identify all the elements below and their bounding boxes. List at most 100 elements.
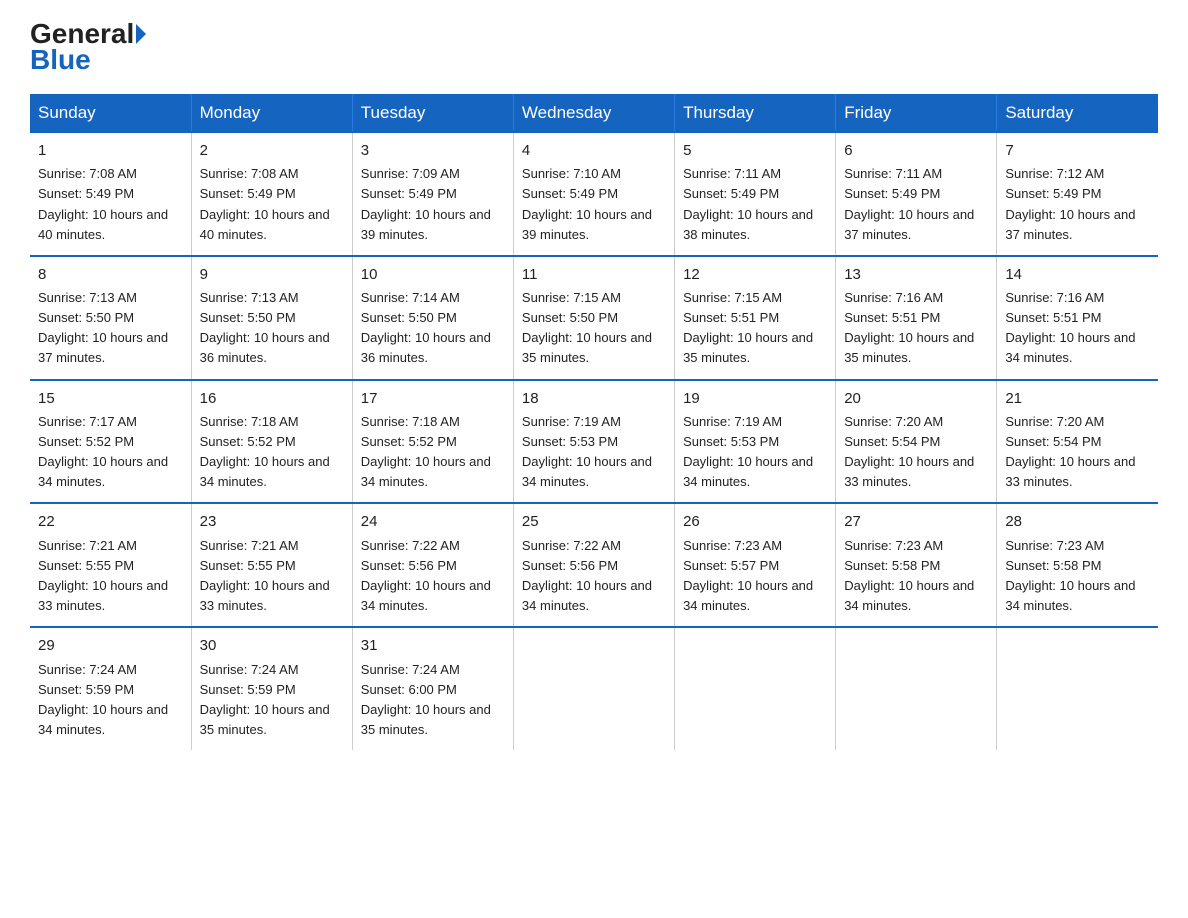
daylight-label: Daylight: 10 hours and 35 minutes. (844, 330, 974, 365)
day-number: 12 (683, 263, 827, 286)
sunrise-label: Sunrise: 7:15 AM (683, 290, 782, 305)
sunrise-label: Sunrise: 7:24 AM (200, 662, 299, 677)
sunrise-label: Sunrise: 7:18 AM (200, 414, 299, 429)
calendar-cell (836, 627, 997, 750)
daylight-label: Daylight: 10 hours and 33 minutes. (200, 578, 330, 613)
day-number: 13 (844, 263, 988, 286)
calendar-cell (997, 627, 1158, 750)
calendar-cell: 18 Sunrise: 7:19 AM Sunset: 5:53 PM Dayligh… (513, 380, 674, 504)
day-number: 26 (683, 510, 827, 533)
calendar-cell: 30Sunrise: 7:24 AMSunset: 5:59 PMDayligh… (191, 627, 352, 750)
sunrise-label: Sunrise: 7:14 AM (361, 290, 460, 305)
day-number: 8 (38, 263, 183, 286)
day-number: 15 (38, 387, 183, 410)
sunrise-label: Sunrise: 7:20 AM (1005, 414, 1104, 429)
calendar-cell: 12 Sunrise: 7:15 AM Sunset: 5:51 PM Dayligh… (675, 256, 836, 380)
day-number: 21 (1005, 387, 1150, 410)
sunrise-label: Sunrise: 7:19 AM (683, 414, 782, 429)
day-number: 22 (38, 510, 183, 533)
sunset-label: Sunset: 5:49 PM (844, 186, 940, 201)
day-number: 11 (522, 263, 666, 286)
sunrise-label: Sunrise: 7:16 AM (1005, 290, 1104, 305)
sunset-label: Sunset: 5:58 PM (1005, 558, 1101, 573)
daylight-label: Daylight: 10 hours and 39 minutes. (361, 207, 491, 242)
calendar-header-row: SundayMondayTuesdayWednesdayThursdayFrid… (30, 94, 1158, 132)
header-thursday: Thursday (675, 94, 836, 132)
sunrise-label: Sunrise: 7:24 AM (38, 662, 137, 677)
header-wednesday: Wednesday (513, 94, 674, 132)
daylight-label: Daylight: 10 hours and 34 minutes. (522, 454, 652, 489)
calendar-cell: 17Sunrise: 7:18 AMSunset: 5:52 PMDayligh… (352, 380, 513, 504)
sunrise-label: Sunrise: 7:11 AM (844, 166, 942, 181)
day-number: 9 (200, 263, 344, 286)
sunrise-label: Sunrise: 7:23 AM (683, 538, 782, 553)
day-number: 25 (522, 510, 666, 533)
logo: General Blue (30, 20, 146, 76)
sunset-label: Sunset: 5:51 PM (683, 310, 779, 325)
calendar-cell: 15Sunrise: 7:17 AMSunset: 5:52 PMDayligh… (30, 380, 191, 504)
day-number: 2 (200, 139, 344, 162)
day-number: 23 (200, 510, 344, 533)
sunset-label: Sunset: 5:52 PM (361, 434, 457, 449)
calendar-cell (675, 627, 836, 750)
calendar-cell: 13 Sunrise: 7:16 AM Sunset: 5:51 PM Dayligh… (836, 256, 997, 380)
week-row-1: 1Sunrise: 7:08 AMSunset: 5:49 PMDaylight… (30, 132, 1158, 256)
sunrise-label: Sunrise: 7:10 AM (522, 166, 621, 181)
daylight-label: Daylight: 10 hours and 33 minutes. (844, 454, 974, 489)
calendar-cell: 2Sunrise: 7:08 AMSunset: 5:49 PMDaylight… (191, 132, 352, 256)
sunset-label: Sunset: 5:53 PM (683, 434, 779, 449)
calendar-cell: 31Sunrise: 7:24 AMSunset: 6:00 PMDayligh… (352, 627, 513, 750)
daylight-label: Daylight: 10 hours and 34 minutes. (1005, 578, 1135, 613)
week-row-5: 29Sunrise: 7:24 AMSunset: 5:59 PMDayligh… (30, 627, 1158, 750)
sunrise-label: Sunrise: 7:16 AM (844, 290, 943, 305)
calendar-table: SundayMondayTuesdayWednesdayThursdayFrid… (30, 94, 1158, 750)
day-number: 5 (683, 139, 827, 162)
sunset-label: Sunset: 5:49 PM (361, 186, 457, 201)
day-number: 27 (844, 510, 988, 533)
calendar-cell: 28Sunrise: 7:23 AMSunset: 5:58 PMDayligh… (997, 503, 1158, 627)
sunset-label: Sunset: 5:53 PM (522, 434, 618, 449)
week-row-4: 22Sunrise: 7:21 AMSunset: 5:55 PMDayligh… (30, 503, 1158, 627)
calendar-cell: 11Sunrise: 7:15 AMSunset: 5:50 PMDayligh… (513, 256, 674, 380)
sunrise-label: Sunrise: 7:15 AM (522, 290, 621, 305)
sunrise-label: Sunrise: 7:13 AM (38, 290, 137, 305)
daylight-label: Daylight: 10 hours and 35 minutes. (522, 330, 652, 365)
daylight-label: Daylight: 10 hours and 33 minutes. (38, 578, 168, 613)
sunrise-label: Sunrise: 7:19 AM (522, 414, 621, 429)
sunrise-label: Sunrise: 7:22 AM (522, 538, 621, 553)
day-number: 10 (361, 263, 505, 286)
calendar-cell: 6Sunrise: 7:11 AMSunset: 5:49 PMDaylight… (836, 132, 997, 256)
daylight-label: Daylight: 10 hours and 33 minutes. (1005, 454, 1135, 489)
sunrise-label: Sunrise: 7:22 AM (361, 538, 460, 553)
header-tuesday: Tuesday (352, 94, 513, 132)
sunset-label: Sunset: 5:54 PM (1005, 434, 1101, 449)
day-number: 17 (361, 387, 505, 410)
day-number: 19 (683, 387, 827, 410)
daylight-label: Daylight: 10 hours and 40 minutes. (200, 207, 330, 242)
sunrise-label: Sunrise: 7:21 AM (200, 538, 299, 553)
sunset-label: Sunset: 5:49 PM (1005, 186, 1101, 201)
sunrise-label: Sunrise: 7:09 AM (361, 166, 460, 181)
daylight-label: Daylight: 10 hours and 35 minutes. (361, 702, 491, 737)
daylight-label: Daylight: 10 hours and 35 minutes. (683, 330, 813, 365)
daylight-label: Daylight: 10 hours and 34 minutes. (1005, 330, 1135, 365)
calendar-cell: 9Sunrise: 7:13 AMSunset: 5:50 PMDaylight… (191, 256, 352, 380)
calendar-cell: 24Sunrise: 7:22 AMSunset: 5:56 PMDayligh… (352, 503, 513, 627)
day-number: 30 (200, 634, 344, 657)
sunrise-label: Sunrise: 7:23 AM (1005, 538, 1104, 553)
week-row-3: 15Sunrise: 7:17 AMSunset: 5:52 PMDayligh… (30, 380, 1158, 504)
day-number: 1 (38, 139, 183, 162)
day-number: 3 (361, 139, 505, 162)
calendar-cell: 4Sunrise: 7:10 AMSunset: 5:49 PMDaylight… (513, 132, 674, 256)
calendar-cell: 19Sunrise: 7:19 AMSunset: 5:53 PMDayligh… (675, 380, 836, 504)
sunset-label: Sunset: 5:59 PM (200, 682, 296, 697)
calendar-cell: 10Sunrise: 7:14 AMSunset: 5:50 PMDayligh… (352, 256, 513, 380)
sunset-label: Sunset: 6:00 PM (361, 682, 457, 697)
daylight-label: Daylight: 10 hours and 34 minutes. (522, 578, 652, 613)
day-number: 18 (522, 387, 666, 410)
page-header: General Blue (30, 20, 1158, 76)
calendar-cell: 5Sunrise: 7:11 AMSunset: 5:49 PMDaylight… (675, 132, 836, 256)
day-number: 4 (522, 139, 666, 162)
sunrise-label: Sunrise: 7:11 AM (683, 166, 781, 181)
sunset-label: Sunset: 5:51 PM (844, 310, 940, 325)
